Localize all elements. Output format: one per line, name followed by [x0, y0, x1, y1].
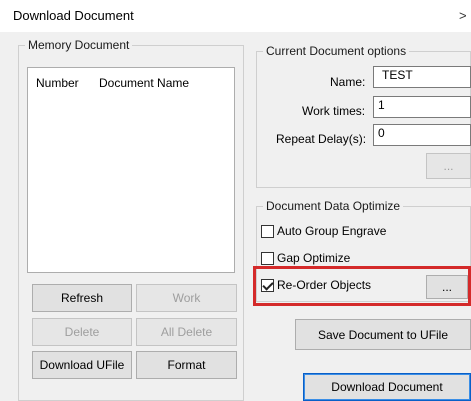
column-document-name[interactable]: Document Name — [99, 76, 189, 90]
gap-optimize-checkbox[interactable]: Gap Optimize — [261, 251, 350, 265]
repeat-delay-label: Repeat Delay(s): — [276, 132, 367, 146]
name-field[interactable]: TEST — [373, 66, 471, 88]
save-to-ufile-button[interactable]: Save Document to UFile — [295, 319, 471, 350]
current-options-title: Current Document options — [263, 44, 410, 58]
all-delete-button[interactable]: All Delete — [136, 318, 237, 346]
delete-button[interactable]: Delete — [32, 318, 132, 346]
optimize-title: Document Data Optimize — [263, 199, 404, 213]
work-times-label: Work times: — [302, 104, 366, 118]
work-times-field[interactable]: 1 — [373, 96, 471, 118]
name-label: Name: — [330, 75, 366, 89]
memory-document-title: Memory Document — [25, 38, 133, 52]
checkbox-box[interactable] — [261, 224, 274, 238]
document-list[interactable]: Number Document Name — [27, 67, 235, 273]
close-icon[interactable]: > — [459, 8, 467, 23]
refresh-button[interactable]: Refresh — [32, 284, 132, 312]
format-button[interactable]: Format — [136, 351, 237, 379]
auto-group-engrave-label: Auto Group Engrave — [277, 224, 387, 238]
repeat-delay-field[interactable]: 0 — [373, 124, 471, 146]
download-document-button[interactable]: Download Document — [303, 373, 471, 401]
auto-group-engrave-checkbox[interactable]: Auto Group Engrave — [261, 224, 386, 238]
download-ufile-button[interactable]: Download UFile — [32, 351, 132, 379]
checkbox-box[interactable] — [261, 251, 274, 265]
gap-optimize-label: Gap Optimize — [277, 251, 351, 265]
options-browse-button[interactable]: ... — [426, 153, 471, 179]
column-number[interactable]: Number — [36, 76, 79, 90]
work-button[interactable]: Work — [136, 284, 237, 312]
highlight-box — [253, 266, 471, 306]
dialog-title: Download Document — [13, 8, 134, 23]
